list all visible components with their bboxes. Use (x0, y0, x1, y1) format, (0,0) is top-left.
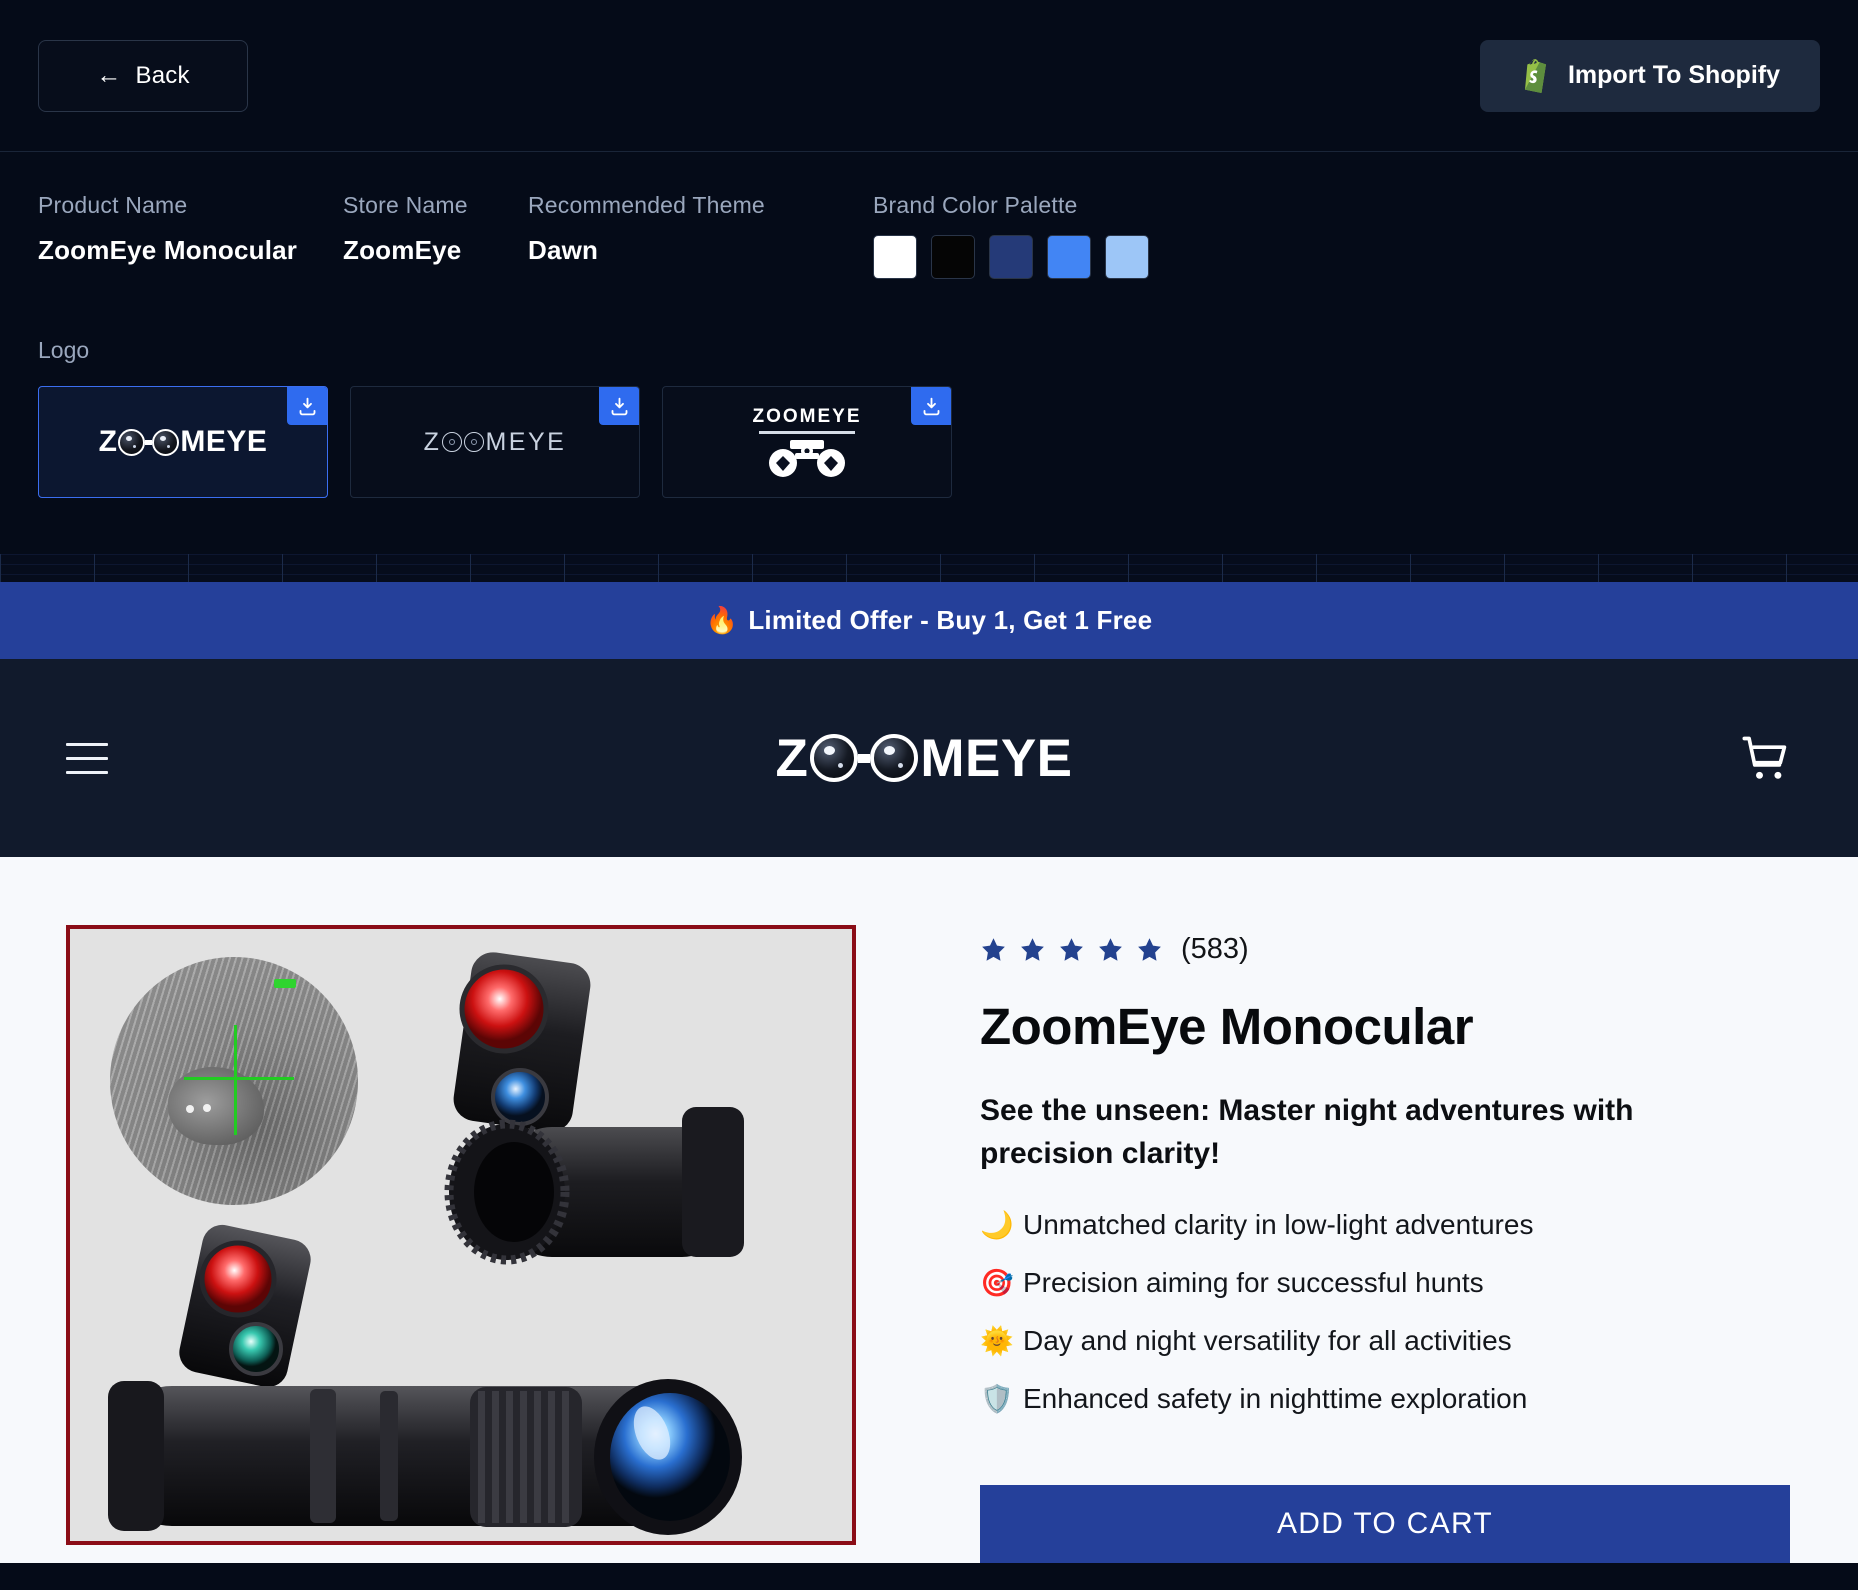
binocular-device-icon (768, 440, 845, 477)
star-icon (1021, 938, 1044, 961)
shopify-bag-icon (1524, 58, 1546, 93)
app-root: ← Back Import To Shopify Product Name Zo… (0, 0, 1858, 1564)
product-info-panel: (583) ZoomEye Monocular See the unseen: … (980, 925, 1790, 1564)
add-to-cart-button[interactable]: ADD TO CART (980, 1485, 1790, 1564)
promo-banner-text: Limited Offer - Buy 1, Get 1 Free (748, 605, 1153, 635)
logo-card-option-3[interactable]: ZOOMEYE (662, 386, 952, 498)
color-swatch[interactable] (1047, 235, 1091, 279)
download-logo-button[interactable] (911, 387, 951, 425)
star-icon (1060, 938, 1083, 961)
back-button[interactable]: ← Back (38, 39, 248, 112)
meta-value: Dawn (528, 235, 599, 265)
logo-section-label: Logo (38, 337, 90, 363)
download-icon (611, 397, 627, 415)
meta-field-product-name: Product Name ZoomEye Monocular (38, 192, 343, 266)
download-icon (299, 397, 315, 415)
binocular-lenses-icon (118, 428, 180, 456)
product-tagline: See the unseen: Master night adventures … (980, 1094, 1634, 1171)
arrow-left-icon: ← (96, 61, 122, 89)
product-rating: (583) (980, 933, 1790, 966)
list-item: 🎯 Precision aiming for successful hunts (980, 1267, 1790, 1299)
dart-target-icon: 🎯 (980, 1267, 1014, 1298)
list-item: 🌞 Day and night versatility for all acti… (980, 1325, 1790, 1357)
brand-color-swatches (873, 235, 1149, 279)
color-swatch[interactable] (873, 235, 917, 279)
feature-text: Day and night versatility for all activi… (1023, 1325, 1512, 1357)
color-swatch[interactable] (989, 235, 1033, 279)
star-icon (1138, 938, 1161, 961)
color-swatch[interactable] (931, 235, 975, 279)
meta-label: Store Name (343, 192, 468, 218)
meta-value: ZoomEye (343, 235, 462, 265)
battery-indicator-icon (274, 979, 296, 988)
top-toolbar: ← Back Import To Shopify (0, 0, 1858, 152)
list-item: 🌙 Unmatched clarity in low-light adventu… (980, 1209, 1790, 1241)
feature-text: Precision aiming for successful hunts (1023, 1267, 1484, 1299)
logo-card-option-1[interactable]: Z MEYE (38, 386, 328, 498)
logo-card-list: Z MEYE Z MEYE ZOOMEYE (38, 386, 1820, 498)
meta-field-brand-palette: Brand Color Palette (873, 192, 1149, 279)
star-rating (980, 936, 1163, 963)
import-to-shopify-label: Import To Shopify (1567, 61, 1780, 89)
download-icon (923, 397, 939, 415)
meta-value: ZoomEye Monocular (38, 235, 298, 265)
star-icon (1099, 938, 1122, 961)
meta-label: Recommended Theme (528, 192, 765, 218)
crescent-moon-icon: 🌙 (980, 1209, 1014, 1240)
product-detail-section: (583) ZoomEye Monocular See the unseen: … (0, 857, 1858, 1564)
logo-rule (758, 431, 855, 434)
meta-field-recommended-theme: Recommended Theme Dawn (528, 192, 873, 266)
product-meta-strip: Product Name ZoomEye Monocular Store Nam… (0, 152, 1858, 279)
sun-with-face-icon: 🌞 (980, 1325, 1014, 1356)
meta-row: Product Name ZoomEye Monocular Store Nam… (38, 192, 1820, 279)
logo-preview-thin-outline: Z MEYE (423, 427, 567, 456)
hamburger-menu-icon[interactable] (66, 742, 108, 774)
grid-divider-strip (0, 554, 1858, 582)
logo-preview-stacked-device: ZOOMEYE (752, 406, 861, 478)
meta-label: Product Name (38, 192, 188, 218)
binocular-lenses-icon (810, 734, 919, 782)
storefront-logo[interactable]: Z MEYE (775, 728, 1072, 789)
review-count: (583) (1181, 933, 1249, 965)
download-logo-button[interactable] (287, 387, 327, 425)
product-feature-list: 🌙 Unmatched clarity in low-light adventu… (980, 1209, 1790, 1415)
promo-banner: 🔥 Limited Offer - Buy 1, Get 1 Free (0, 582, 1858, 659)
palette-label: Brand Color Palette (873, 192, 1078, 218)
import-to-shopify-button[interactable]: Import To Shopify (1479, 39, 1820, 112)
shopping-cart-icon[interactable] (1740, 732, 1792, 784)
meta-field-store-name: Store Name ZoomEye (343, 192, 528, 266)
logo-wordmark: ZOOMEYE (752, 406, 862, 427)
logo-section: Logo Z MEYE Z MEYE ZOOMEYE (0, 279, 1858, 554)
star-icon (982, 938, 1005, 961)
color-swatch[interactable] (1105, 235, 1149, 279)
download-logo-button[interactable] (599, 387, 639, 425)
feature-text: Enhanced safety in nighttime exploration (1023, 1383, 1528, 1415)
product-image[interactable] (66, 925, 856, 1545)
storefront-header: Z MEYE (0, 659, 1858, 857)
back-button-label: Back (135, 61, 190, 89)
monocular-bottom-render (108, 1224, 742, 1535)
logo-card-option-2[interactable]: Z MEYE (350, 386, 640, 498)
feature-text: Unmatched clarity in low-light adventure… (1023, 1209, 1534, 1241)
fire-icon: 🔥 (705, 605, 739, 635)
shield-icon: 🛡️ (980, 1383, 1014, 1414)
night-vision-scope-preview (110, 957, 358, 1205)
logo-preview-bold-binocular: Z MEYE (98, 425, 268, 458)
page-title: ZoomEye Monocular (980, 998, 1474, 1055)
list-item: 🛡️ Enhanced safety in nighttime explorat… (980, 1383, 1790, 1415)
